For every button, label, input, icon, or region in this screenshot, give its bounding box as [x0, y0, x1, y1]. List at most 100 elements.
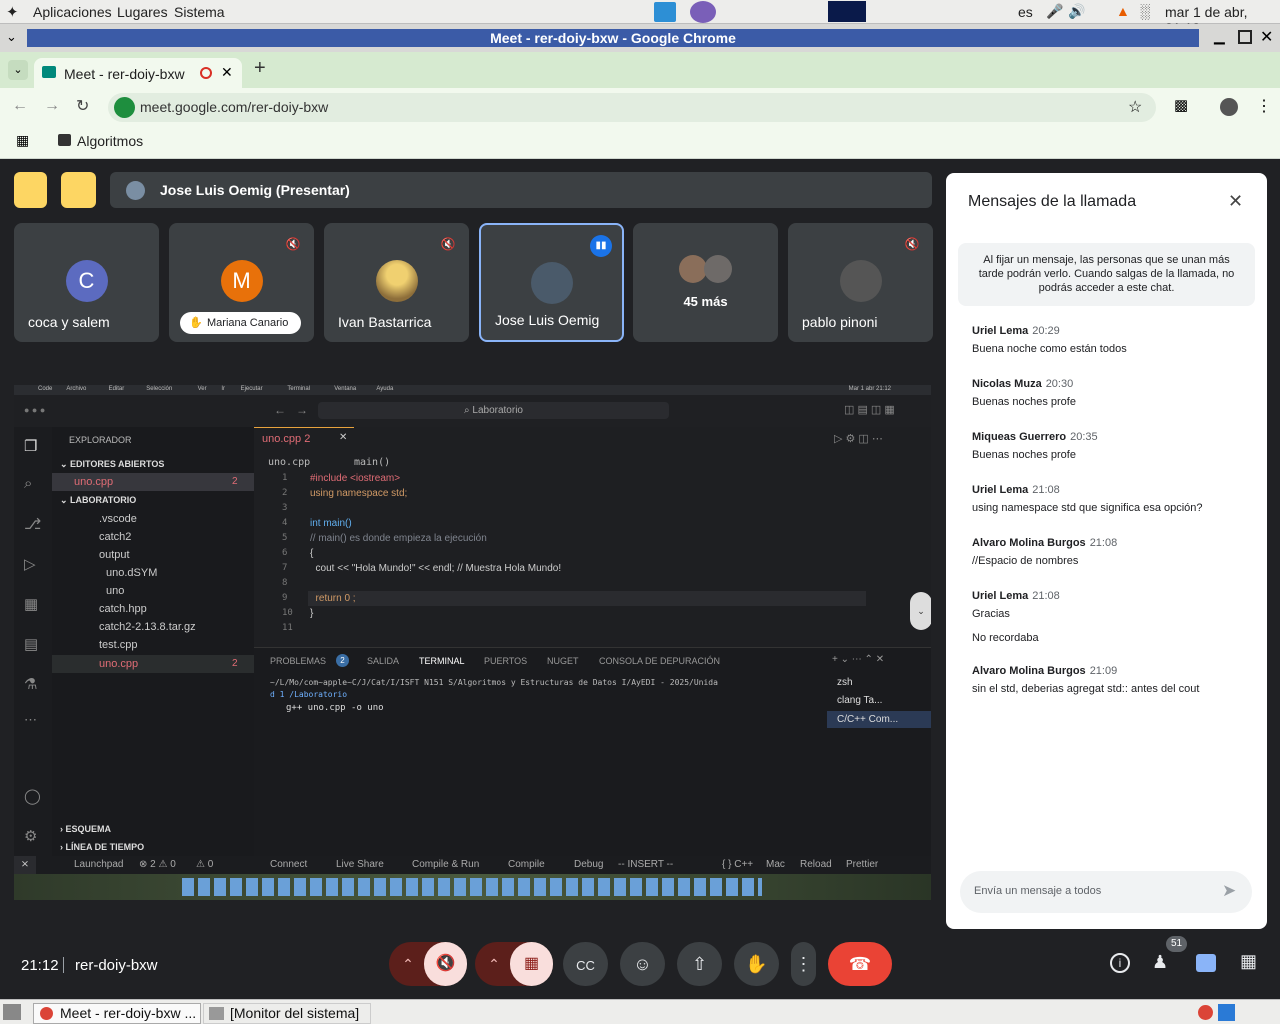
terminal-zsh[interactable]: zsh [837, 677, 853, 688]
layout-icons[interactable]: ◫ ▤ ◫ ▦ [844, 403, 895, 416]
taskbar-item-monitor[interactable]: [Monitor del sistema] [203, 1003, 371, 1024]
reload-icon[interactable]: ↻ [76, 96, 89, 116]
taskbar-item-chrome[interactable]: Meet - rer-doiy-bxw ... [33, 1003, 201, 1024]
status-item[interactable]: Launchpad [74, 859, 124, 870]
code-line[interactable]: } [310, 608, 313, 619]
participant-tile-more[interactable]: 45 más [633, 223, 778, 342]
participant-tile-speaking[interactable]: ▮▮ Jose Luis Oemig [479, 223, 624, 342]
url-text[interactable]: meet.google.com/rer-doiy-bxw [140, 99, 328, 115]
tray-vscode-icon[interactable] [1218, 1004, 1235, 1021]
panel-actions-icon[interactable]: + ⌄ ⋯ ⌃ ✕ [832, 654, 884, 665]
status-item[interactable]: ⚠ 0 [196, 859, 213, 870]
meeting-code[interactable]: rer-doiy-bxw [75, 957, 158, 974]
status-item[interactable]: -- INSERT -- [618, 859, 673, 870]
status-item[interactable]: ⊗ 2 ⚠ 0 [139, 859, 176, 870]
status-item[interactable]: Mac [766, 859, 785, 870]
activities-icon[interactable]: ▦ [1240, 951, 1257, 972]
close-icon[interactable]: ✕ [1260, 27, 1273, 47]
info-icon[interactable]: i [1110, 953, 1130, 973]
mac-menu-item[interactable]: Selección [146, 386, 172, 392]
launcher-icon[interactable] [690, 1, 716, 23]
menu-lugares[interactable]: Lugares [117, 4, 168, 20]
close-chat-icon[interactable]: ✕ [1228, 191, 1243, 212]
raise-hand-button[interactable]: ✋ [734, 942, 779, 986]
tree-item[interactable]: test.cpp [99, 639, 138, 651]
tree-item[interactable]: output [99, 549, 130, 561]
network-icon[interactable]: ░ [1140, 3, 1150, 19]
keyboard-layout[interactable]: es [1018, 4, 1033, 20]
explorer-icon[interactable]: ❐ [24, 437, 37, 455]
tree-item[interactable]: uno [106, 585, 124, 597]
editor-tab[interactable]: uno.cpp 2 ✕ [254, 427, 354, 449]
audio-options-icon[interactable]: ⌃ [389, 942, 427, 986]
extensions-icon[interactable]: ▦ [24, 595, 38, 613]
maximize-icon[interactable] [1238, 30, 1252, 44]
testing-icon[interactable]: ⚗ [24, 675, 37, 693]
menu-aplicaciones[interactable]: Aplicaciones [33, 4, 112, 20]
chat-input[interactable]: Envía un mensaje a todos ➤ [960, 871, 1252, 913]
launcher-icon[interactable] [654, 2, 676, 22]
tab-close-icon[interactable]: ✕ [339, 432, 347, 443]
tree-item[interactable]: catch2 [99, 531, 131, 543]
os-logo-icon[interactable]: ✦ [6, 3, 19, 21]
status-item[interactable]: Compile [508, 859, 545, 870]
search-icon[interactable]: ⌕ [24, 475, 32, 492]
tree-item[interactable]: catch2-2.13.8.tar.gz [99, 621, 196, 633]
code-line[interactable]: using namespace std; [310, 488, 407, 499]
panel-tab[interactable]: SALIDA [367, 656, 399, 666]
send-icon[interactable]: ➤ [1222, 881, 1236, 901]
window-titlebar[interactable]: ⌄ Meet - rer-doiy-bxw - Google Chrome ▁ … [0, 24, 1280, 52]
settings-gear-icon[interactable]: ⚙ [24, 827, 37, 845]
mac-menu-item[interactable]: Code [38, 386, 52, 392]
status-item[interactable]: Compile & Run [412, 859, 479, 870]
panel-tab[interactable]: PUERTOS [484, 656, 527, 666]
people-icon[interactable]: ♟ [1152, 952, 1168, 973]
forward-icon[interactable]: → [296, 403, 308, 417]
status-item[interactable]: Prettier [846, 859, 878, 870]
terminal-clang[interactable]: clang Ta... [837, 695, 882, 706]
status-item[interactable]: Live Share [336, 859, 384, 870]
new-tab-button[interactable]: + [254, 57, 266, 80]
show-desktop-icon[interactable] [3, 1004, 21, 1020]
remote-indicator-icon[interactable]: ⨯ [14, 856, 36, 874]
status-item[interactable]: { } C++ [722, 859, 753, 870]
panel-tab[interactable]: TERMINAL [419, 656, 465, 666]
mac-menu-item[interactable]: Ayuda [376, 386, 393, 392]
mic-toggle-button[interactable]: 🔇 [424, 942, 467, 986]
mac-menu-item[interactable]: Editar [109, 386, 125, 392]
dock-icons[interactable] [182, 878, 762, 896]
chrome-menu-icon[interactable]: ⋮ [1256, 96, 1272, 116]
source-control-icon[interactable]: ⎇ [24, 515, 41, 533]
participant-tile[interactable]: 🔇 M ✋ Mariana Canario [169, 223, 314, 342]
tab-close-icon[interactable]: ✕ [221, 64, 233, 81]
remote-icon[interactable]: ▤ [24, 635, 38, 653]
apps-grid-icon[interactable]: ▦ [16, 132, 29, 149]
participant-tile[interactable]: C coca y salem [14, 223, 159, 342]
terminal-cpp[interactable]: C/C++ Com... [837, 714, 898, 725]
window-menu-icon[interactable]: ⌄ [6, 29, 17, 45]
tray-chrome-icon[interactable] [1198, 1005, 1213, 1020]
code-line[interactable]: int main() [310, 518, 352, 529]
leave-call-button[interactable]: ☎ [828, 942, 892, 986]
layout-icon[interactable] [61, 172, 96, 208]
video-options-icon[interactable]: ⌃ [475, 942, 513, 986]
bookmark-star-icon[interactable]: ☆ [1128, 97, 1142, 117]
scroll-down-icon[interactable]: ⌄ [910, 592, 931, 630]
terminal-command[interactable]: g++ uno.cpp -o uno [286, 703, 384, 713]
open-editor-item[interactable]: uno.cpp 2 [52, 473, 254, 491]
mac-menu-item[interactable]: Terminal [287, 386, 310, 392]
profile-avatar[interactable] [1220, 98, 1238, 116]
back-icon[interactable]: ← [274, 403, 286, 417]
panel-tab[interactable]: CONSOLA DE DEPURACIÓN [599, 656, 720, 666]
participant-tile[interactable]: 🔇 pablo pinoni [788, 223, 933, 342]
chat-icon[interactable] [1196, 954, 1216, 972]
participant-tile[interactable]: 🔇 Ivan Bastarrica [324, 223, 469, 342]
menu-sistema[interactable]: Sistema [174, 4, 225, 20]
stop-presenting-icon[interactable] [14, 172, 47, 208]
extensions-icon[interactable]: ▩ [1174, 96, 1188, 114]
breadcrumb-symbol[interactable]: main() [354, 457, 390, 468]
folder-header[interactable]: ⌄ LABORATORIO [60, 495, 136, 506]
mac-menu-item[interactable]: Ejecutar [241, 386, 263, 392]
vlc-icon[interactable]: ▲ [1116, 3, 1130, 19]
volume-icon[interactable]: 🔊 [1068, 3, 1085, 20]
